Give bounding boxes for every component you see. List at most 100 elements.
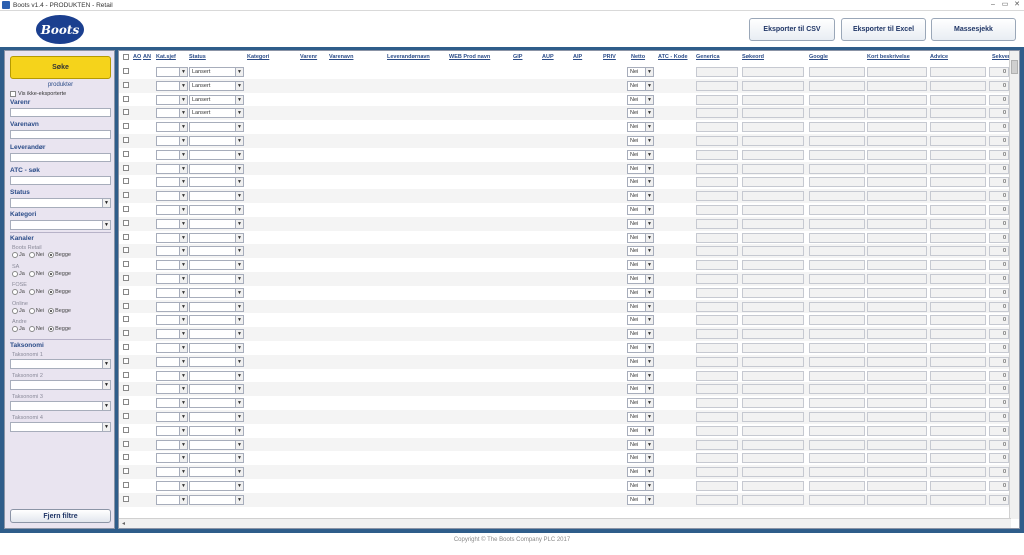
radio-icon[interactable] [48, 289, 55, 295]
text-cell[interactable] [809, 67, 865, 77]
channel-radio-ja[interactable]: Ja [12, 252, 25, 258]
netto-select[interactable]: Nei ▼ [627, 329, 654, 340]
text-cell[interactable] [867, 136, 927, 146]
status-select[interactable]: ▼ [189, 453, 244, 464]
table-row[interactable]: ▼ ▼ Nei ▼ 0 [119, 161, 1009, 176]
row-checkbox[interactable] [123, 440, 129, 447]
col-priv[interactable]: PRIV [603, 54, 616, 60]
status-select[interactable]: ▼ [189, 370, 244, 381]
text-cell[interactable] [696, 398, 738, 409]
text-cell[interactable] [742, 177, 804, 188]
text-cell[interactable] [930, 343, 986, 353]
table-row[interactable]: ▼ ▼ Nei ▼ 0 [119, 396, 1009, 410]
text-cell[interactable] [867, 191, 927, 202]
text-cell[interactable] [809, 412, 865, 422]
text-cell[interactable] [930, 287, 986, 298]
table-row[interactable]: ▼ ▼ Nei ▼ 0 [119, 354, 1009, 369]
sekvens-cell[interactable]: 0 [989, 232, 1009, 243]
table-row[interactable]: ▼ ▼ Nei ▼ 0 [119, 231, 1009, 245]
kat-sjef-select[interactable]: ▼ [156, 370, 188, 381]
col-aip[interactable]: AIP [573, 54, 582, 60]
status-select[interactable]: ▼ [189, 315, 244, 326]
netto-select[interactable]: Nei ▼ [627, 205, 654, 215]
text-cell[interactable] [930, 163, 986, 174]
table-row[interactable]: ▼ ▼ Nei ▼ 0 [119, 341, 1009, 355]
text-cell[interactable] [867, 177, 927, 188]
text-cell[interactable] [696, 301, 738, 312]
row-checkbox[interactable] [123, 164, 129, 171]
sekvens-cell[interactable]: 0 [989, 205, 1009, 215]
text-cell[interactable] [930, 453, 986, 464]
radio-icon[interactable] [12, 326, 18, 332]
text-cell[interactable] [809, 439, 865, 450]
col-generica[interactable]: Generica [696, 54, 720, 60]
text-cell[interactable] [867, 232, 927, 243]
row-checkbox[interactable] [123, 413, 129, 419]
text-cell[interactable] [742, 149, 804, 160]
table-row[interactable]: ▼ Lansert ▼ Nei ▼ 0 [119, 65, 1009, 79]
text-cell[interactable] [742, 425, 804, 436]
status-select[interactable]: Lansert ▼ [189, 94, 244, 105]
table-row[interactable]: ▼ ▼ Nei ▼ 0 [119, 244, 1009, 259]
kat-sjef-select[interactable]: ▼ [156, 494, 188, 505]
sekvens-cell[interactable]: 0 [989, 108, 1009, 119]
text-cell[interactable] [867, 481, 927, 491]
text-cell[interactable] [867, 67, 927, 77]
row-checkbox[interactable] [123, 81, 129, 88]
status-select[interactable]: ▼ [189, 177, 244, 188]
netto-select[interactable]: Nei ▼ [627, 246, 654, 257]
text-cell[interactable] [930, 177, 986, 188]
channel-radio-begge[interactable]: Begge [48, 289, 71, 295]
text-cell[interactable] [696, 67, 738, 77]
netto-select[interactable]: Nei ▼ [627, 494, 654, 505]
col-leverandor[interactable]: Leverandørnavn [387, 54, 430, 60]
channel-radio-begge[interactable]: Begge [48, 252, 71, 258]
text-cell[interactable] [809, 315, 865, 326]
text-cell[interactable] [809, 453, 865, 464]
kat-sjef-select[interactable]: ▼ [156, 149, 188, 160]
text-cell[interactable] [930, 122, 986, 133]
text-cell[interactable] [867, 467, 927, 478]
text-cell[interactable] [867, 205, 927, 215]
text-cell[interactable] [696, 177, 738, 188]
text-cell[interactable] [809, 149, 865, 160]
sekvens-cell[interactable]: 0 [989, 370, 1009, 381]
sekvens-cell[interactable]: 0 [989, 315, 1009, 326]
col-advice[interactable]: Advice [930, 54, 948, 60]
export-csv-button[interactable]: Eksporter til CSV [749, 18, 835, 41]
text-cell[interactable] [809, 370, 865, 381]
kat-sjef-select[interactable]: ▼ [156, 425, 188, 436]
status-select[interactable]: ▼ [189, 205, 244, 215]
text-cell[interactable] [742, 191, 804, 202]
text-cell[interactable] [930, 136, 986, 146]
channel-radio-nei[interactable]: Nei [28, 326, 44, 332]
text-cell[interactable] [930, 315, 986, 326]
text-cell[interactable] [809, 177, 865, 188]
status-select[interactable]: ▼ [189, 494, 244, 505]
sekvens-cell[interactable]: 0 [989, 177, 1009, 188]
sekvens-cell[interactable]: 0 [989, 453, 1009, 464]
taxonomy-select[interactable]: ▼ [10, 380, 111, 390]
kat-sjef-select[interactable]: ▼ [156, 218, 188, 229]
row-checkbox[interactable] [123, 123, 129, 130]
text-cell[interactable] [696, 453, 738, 464]
text-cell[interactable] [867, 412, 927, 422]
text-cell[interactable] [867, 370, 927, 381]
text-cell[interactable] [930, 108, 986, 119]
sekvens-cell[interactable]: 0 [989, 425, 1009, 436]
text-cell[interactable] [867, 398, 927, 409]
netto-select[interactable]: Nei ▼ [627, 260, 654, 271]
netto-select[interactable]: Nei ▼ [627, 439, 654, 450]
kat-sjef-select[interactable]: ▼ [156, 80, 188, 91]
row-checkbox[interactable] [123, 247, 129, 254]
channel-radio-nei[interactable]: Nei [28, 307, 44, 314]
sekvens-cell[interactable]: 0 [989, 136, 1009, 146]
status-select[interactable]: ▼ [189, 301, 244, 312]
kat-sjef-select[interactable]: ▼ [156, 329, 188, 340]
text-cell[interactable] [809, 494, 865, 505]
select-all-checkbox[interactable] [123, 54, 129, 60]
status-select[interactable]: ▼ [189, 343, 244, 353]
text-cell[interactable] [867, 122, 927, 133]
netto-select[interactable]: Nei ▼ [627, 343, 654, 353]
text-cell[interactable] [809, 356, 865, 367]
